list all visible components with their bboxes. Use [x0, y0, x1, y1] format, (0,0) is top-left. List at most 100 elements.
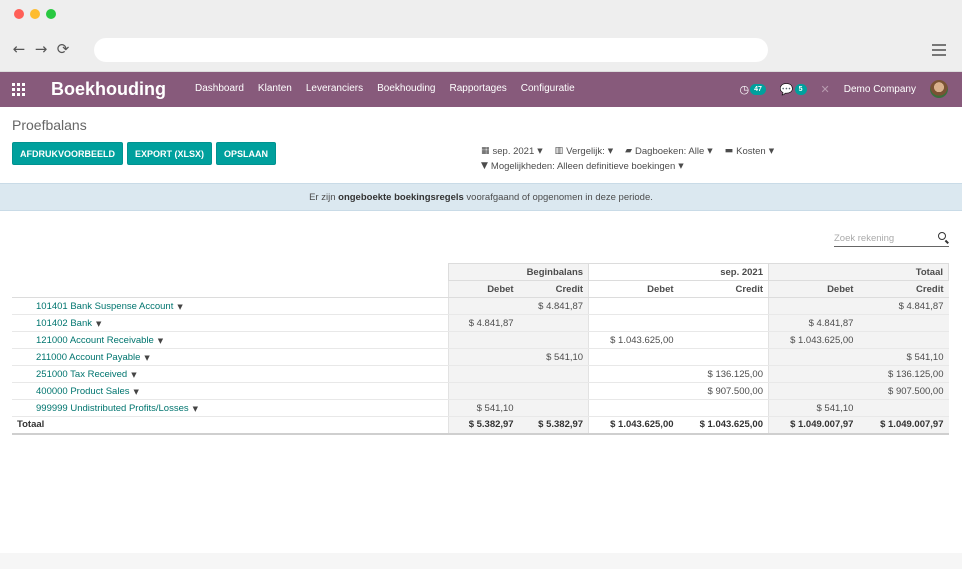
caret-down-icon[interactable]: ▼	[144, 354, 149, 362]
amount-cell: $ 1.043.625,00	[588, 331, 679, 349]
caret-down-icon[interactable]: ▼	[158, 337, 163, 345]
account-label: 211000 Account Payable	[36, 351, 141, 363]
browser-nav: ← → ⟳	[12, 41, 70, 57]
chat-icon: 💬	[779, 82, 794, 96]
address-bar[interactable]	[94, 38, 768, 62]
total-row: Totaal $ 5.382,97 $ 5.382,97 $ 1.043.625,00…	[12, 416, 949, 435]
bar-chart-icon: ▥	[554, 146, 564, 156]
col-header-credit: Credit	[518, 280, 589, 298]
amount-cell: $ 4.841,87	[448, 314, 519, 332]
group-header-totaal: Totaal	[768, 263, 949, 281]
amount-cell: $ 136.125,00	[678, 365, 769, 383]
reload-icon[interactable]: ⟳	[56, 41, 70, 57]
account-name[interactable]: 101401 Bank Suspense Account ▼	[12, 297, 449, 315]
account-name[interactable]: 999999 Undistributed Profits/Losses ▼	[12, 399, 449, 417]
journals-filter-label: Dagboeken: Alle	[635, 146, 705, 157]
analytic-filter[interactable]: ▬ Kosten ▼	[725, 144, 774, 159]
caret-down-icon: ▼	[768, 147, 775, 155]
forward-arrow-icon[interactable]: →	[34, 41, 48, 57]
amount-cell: $ 4.841,87	[518, 297, 589, 315]
table-row: 121000 Account Receivable ▼ $ 1.043.625,00…	[12, 331, 949, 349]
amount-cell: $ 541,10	[858, 348, 949, 366]
amount-cell	[518, 331, 589, 349]
col-header-debet: Debet	[588, 280, 679, 298]
table-row: 101401 Bank Suspense Account ▼ $ 4.841,87 $…	[12, 297, 949, 315]
company-switcher[interactable]: Demo Company	[844, 84, 916, 95]
activities-count-badge: 47	[750, 83, 766, 95]
account-label: 121000 Account Receivable	[36, 334, 154, 346]
messages-count-badge: 5	[794, 83, 807, 95]
back-arrow-icon[interactable]: ←	[12, 41, 26, 57]
col-header-debet: Debet	[768, 280, 859, 298]
table-row: 999999 Undistributed Profits/Losses ▼ $ 54…	[12, 399, 949, 417]
table-subheader: Debet Credit Debet Credit Debet Credit	[12, 280, 949, 298]
action-buttons: AFDRUKVOORBEELD EXPORT (XLSX) OPSLAAN	[12, 142, 277, 165]
account-name[interactable]: 101402 Bank ▼	[12, 314, 449, 332]
app-brand[interactable]: Boekhouding	[51, 79, 166, 100]
calendar-icon: ▦	[481, 146, 490, 156]
table-row: 211000 Account Payable ▼ $ 541,10 $ 541,10	[12, 348, 949, 366]
account-search-input[interactable]	[834, 230, 929, 246]
amount-cell	[678, 331, 769, 349]
book-icon: ▰	[625, 146, 633, 156]
total-amount-cell: $ 5.382,97	[448, 416, 519, 435]
amount-cell	[858, 399, 949, 417]
activities-button[interactable]: ◷ 47	[740, 83, 766, 96]
folder-icon: ▬	[724, 146, 734, 156]
menu-item-klanten[interactable]: Klanten	[258, 83, 292, 94]
close-window-button[interactable]	[14, 9, 24, 19]
total-amount-cell: $ 1.043.625,00	[588, 416, 679, 435]
account-label: 999999 Undistributed Profits/Losses	[36, 402, 189, 414]
export-xlsx-button[interactable]: EXPORT (XLSX)	[127, 142, 213, 165]
hamburger-menu-icon[interactable]	[932, 44, 946, 56]
maximize-window-button[interactable]	[46, 9, 56, 19]
amount-cell	[518, 399, 589, 417]
menu-item-dashboard[interactable]: Dashboard	[195, 83, 244, 94]
systray: ◷ 47 💬 5 ✕ Demo Company	[726, 80, 948, 98]
amount-cell	[768, 365, 859, 383]
user-avatar[interactable]	[930, 80, 948, 98]
amount-cell	[678, 297, 769, 315]
account-name[interactable]: 121000 Account Receivable ▼	[12, 331, 449, 349]
total-amount-cell: $ 1.049.007,97	[858, 416, 949, 435]
amount-cell: $ 907.500,00	[858, 382, 949, 400]
account-name[interactable]: 400000 Product Sales ▼	[12, 382, 449, 400]
amount-cell	[768, 382, 859, 400]
amount-cell	[588, 365, 679, 383]
amount-cell	[518, 382, 589, 400]
caret-down-icon[interactable]: ▼	[133, 388, 138, 396]
date-filter[interactable]: ▦ sep. 2021 ▼	[481, 144, 543, 159]
caret-down-icon[interactable]: ▼	[177, 303, 182, 311]
amount-cell	[678, 399, 769, 417]
save-button[interactable]: OPSLAAN	[216, 142, 277, 165]
caret-down-icon: ▼	[678, 162, 684, 170]
journals-filter[interactable]: ▰ Dagboeken: Alle ▼	[625, 144, 713, 159]
account-name[interactable]: 251000 Tax Received ▼	[12, 365, 449, 383]
print-preview-button[interactable]: AFDRUKVOORBEELD	[12, 142, 124, 165]
close-icon: ✕	[820, 82, 830, 96]
minimize-window-button[interactable]	[30, 9, 40, 19]
search-icon[interactable]	[938, 232, 946, 240]
messages-button[interactable]: 💬 5	[780, 83, 807, 96]
apps-grid-icon[interactable]	[12, 83, 25, 96]
amount-cell	[518, 365, 589, 383]
page-title: Proefbalans	[12, 117, 87, 133]
amount-cell	[588, 297, 679, 315]
caret-down-icon[interactable]: ▼	[96, 320, 101, 328]
caret-down-icon[interactable]: ▼	[193, 405, 198, 413]
menu-item-leveranciers[interactable]: Leveranciers	[306, 83, 363, 94]
account-name[interactable]: 211000 Account Payable ▼	[12, 348, 449, 366]
menu-item-boekhouding[interactable]: Boekhouding	[377, 83, 435, 94]
col-header-credit: Credit	[678, 280, 769, 298]
compare-filter[interactable]: ▥ Vergelijk: ▼	[555, 144, 613, 159]
filter-icon: ▼	[481, 161, 488, 171]
caret-down-icon[interactable]: ▼	[131, 371, 136, 379]
unposted-entries-alert: Er zijn ongeboekte boekingsregels vooraf…	[0, 183, 962, 211]
amount-cell: $ 4.841,87	[858, 297, 949, 315]
options-filter[interactable]: ▼ Mogelijkheden: Alleen definitieve boek…	[481, 159, 684, 174]
col-header-debet: Debet	[448, 280, 519, 298]
menu-item-configuratie[interactable]: Configuratie	[521, 83, 575, 94]
main-menu: Dashboard Klanten Leveranciers Boekhoudi…	[195, 83, 589, 94]
menu-item-rapportages[interactable]: Rapportages	[450, 83, 507, 94]
debug-button[interactable]: ✕	[821, 83, 830, 96]
